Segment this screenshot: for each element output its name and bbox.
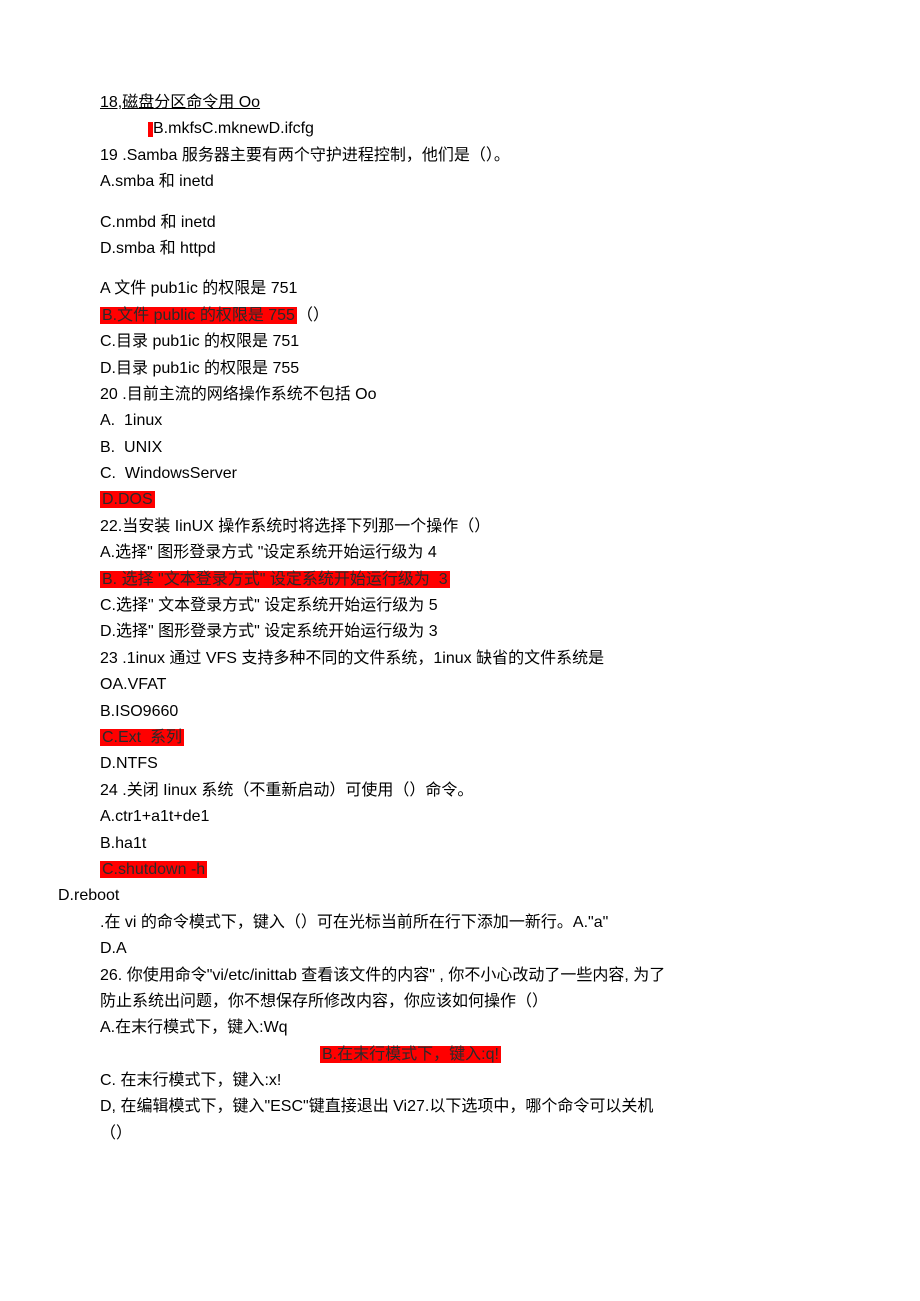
q20-b: B. UNIX	[100, 435, 820, 461]
q23-a: OA.VFAT	[100, 672, 820, 698]
q20-stem: 20 .目前主流的网络操作系统不包括 Oo	[100, 382, 820, 408]
q18-title: 18,磁盘分区命令用 Oo	[100, 90, 820, 116]
q22-b-highlight: B. 选择 "文本登录方式" 设定系统开始运行级为 3	[100, 571, 450, 588]
q19-d: D.smba 和 httpd	[100, 236, 820, 262]
perm-c: C.目录 pub1ic 的权限是 751	[100, 329, 820, 355]
q23-d: D.NTFS	[100, 751, 820, 777]
q20-a: A. 1inux	[100, 408, 820, 434]
q24-stem: 24 .关闭 Iinux 系统（不重新启动）可使用（）命令。	[100, 778, 820, 804]
q22-b-row: B. 选择 "文本登录方式" 设定系统开始运行级为 3	[100, 567, 820, 593]
perm-b-row: B.文件 public 的权限是 755（）	[100, 303, 820, 329]
q26-b-highlight: B.在末行模式下，键入:q!	[320, 1046, 501, 1063]
q23-c-row: C.Ext 系列	[100, 725, 820, 751]
document-page: 18,磁盘分区命令用 Oo B.mkfsC.mknewD.ifcfg 19 .S…	[0, 0, 920, 1207]
q23-stem: 23 .1inux 通过 VFS 支持多种不同的文件系统，1inux 缺省的文件…	[100, 646, 820, 672]
q26-c: C. 在末行模式下，键入:x!	[100, 1068, 820, 1094]
q22-stem: 22.当安装 IinUX 操作系统时将选择下列那一个操作（）	[100, 514, 820, 540]
q24-a: A.ctr1+a1t+de1	[100, 804, 820, 830]
q26-d: D, 在编辑模式下，键入"ESC"键直接退出 Vi27.以下选项中，哪个命令可以…	[100, 1094, 820, 1120]
q25-d: D.A	[100, 936, 820, 962]
q18-options: B.mkfsC.mknewD.ifcfg	[100, 116, 820, 142]
perm-a: A 文件 pub1ic 的权限是 751	[100, 276, 820, 302]
q25-stem: .在 vi 的命令模式下，键入（）可在光标当前所在行下添加一新行。A."a"	[100, 910, 820, 936]
q23-c-highlight: C.Ext 系列	[100, 729, 184, 746]
q22-a: A.选择" 图形登录方式 "设定系统开始运行级为 4	[100, 540, 820, 566]
q22-d: D.选择" 图形登录方式" 设定系统开始运行级为 3	[100, 619, 820, 645]
q22-c: C.选择" 文本登录方式" 设定系统开始运行级为 5	[100, 593, 820, 619]
q18-options-text: B.mkfsC.mknewD.ifcfg	[153, 120, 314, 137]
q20-d-highlight: D.DOS	[100, 491, 155, 508]
q24-d: D.reboot	[58, 883, 820, 909]
perm-b-highlight: B.文件 public 的权限是 755	[100, 307, 297, 324]
q26-stem1: 26. 你使用命令"vi/etc/inittab 查看该文件的内容" , 你不小…	[100, 963, 820, 989]
q19-stem: 19 .Samba 服务器主要有两个守护进程控制，他们是（）。	[100, 143, 820, 169]
q24-c-highlight: C.shutdown -h	[100, 861, 207, 878]
perm-paren: （）	[297, 307, 329, 324]
perm-d: D.目录 pub1ic 的权限是 755	[100, 356, 820, 382]
q27-paren: （）	[100, 1121, 820, 1147]
q19-c: C.nmbd 和 inetd	[100, 210, 820, 236]
q19-a: A.smba 和 inetd	[100, 169, 820, 195]
q20-c: C. WindowsServer	[100, 461, 820, 487]
q24-c-row: C.shutdown -h	[100, 857, 820, 883]
q26-a: A.在末行模式下，键入:Wq	[100, 1015, 820, 1041]
q23-b: B.ISO9660	[100, 699, 820, 725]
q26-b-row: B.在末行模式下，键入:q!	[100, 1042, 820, 1068]
q26-stem2: 防止系统出问题，你不想保存所修改内容，你应该如何操作（）	[100, 989, 820, 1015]
q24-b: B.ha1t	[100, 831, 820, 857]
q20-d-row: D.DOS	[100, 487, 820, 513]
